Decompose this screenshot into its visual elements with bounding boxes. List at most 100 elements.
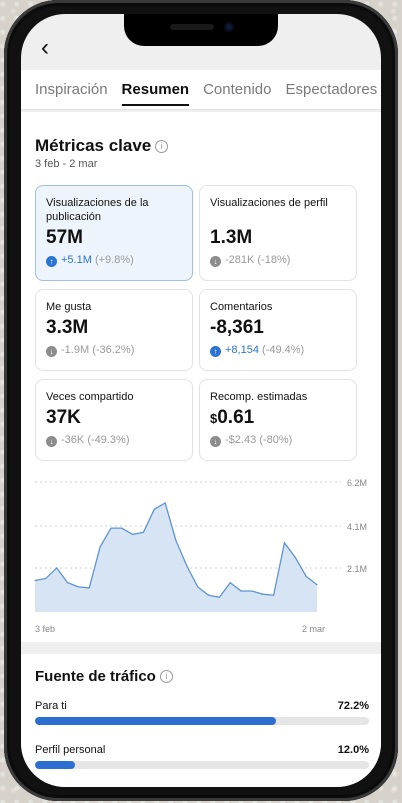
phone-frame: ‹ Inspiración Resumen Contenido Espectad… bbox=[4, 0, 398, 801]
arrow-down-icon: ↓ bbox=[46, 346, 57, 357]
metric-delta-percent: (+9.8%) bbox=[94, 254, 134, 266]
chart-x-end-label: 2 mar bbox=[302, 624, 325, 634]
tab-contenido[interactable]: Contenido bbox=[203, 70, 271, 110]
metric-delta: ↓ -1.9M (-36.2%) bbox=[46, 344, 182, 357]
metric-value: 57M bbox=[46, 227, 83, 248]
metric-label: Veces compartido bbox=[46, 391, 134, 403]
metric-card-profile-views[interactable]: Visualizaciones de perfil 1.3M ↓ -281K (-… bbox=[199, 185, 357, 281]
metric-value: $0.61 bbox=[210, 407, 346, 429]
traffic-row-label: Para ti bbox=[35, 700, 67, 712]
chart-data-point bbox=[142, 531, 145, 533]
metric-label: Comentarios bbox=[210, 301, 273, 313]
chart-data-point bbox=[34, 579, 36, 582]
arrow-down-icon: ↓ bbox=[210, 256, 221, 267]
chart-data-point bbox=[305, 575, 307, 577]
key-metrics-card: Métricas clave i 3 feb - 2 mar Visualizac… bbox=[21, 112, 381, 642]
chart-data-point bbox=[121, 527, 123, 529]
traffic-bar bbox=[35, 761, 369, 769]
front-camera bbox=[224, 22, 234, 32]
metric-value-number: 0.61 bbox=[217, 407, 255, 428]
metric-delta-value: -36K bbox=[61, 434, 85, 446]
chart-data-point bbox=[262, 593, 264, 595]
metric-delta-percent: (-49.4%) bbox=[262, 344, 305, 356]
metric-value: 1.3M bbox=[210, 227, 253, 248]
info-icon[interactable]: i bbox=[155, 140, 169, 153]
metric-card-comments[interactable]: Comentarios -8,361 ↑ +8,154 (-49.4%) bbox=[199, 289, 357, 371]
metric-value: -8,361 bbox=[210, 317, 264, 338]
chart-area-fill bbox=[35, 502, 317, 612]
metric-value: 37K bbox=[46, 407, 81, 428]
traffic-source-title-text: Fuente de tráfico bbox=[35, 668, 156, 685]
traffic-row-para-ti: Para ti 72.2% bbox=[35, 700, 369, 725]
metric-card-shares[interactable]: Veces compartido 37K ↓ -36K (-49.3%) bbox=[35, 379, 193, 461]
arrow-up-icon: ↑ bbox=[210, 346, 221, 357]
traffic-bar bbox=[35, 717, 369, 725]
metric-delta: ↓ -281K (-18%) bbox=[210, 254, 346, 267]
metric-delta-percent: (-18%) bbox=[257, 254, 291, 266]
chart-x-start-label: 3 feb bbox=[35, 624, 55, 634]
metric-card-likes[interactable]: Me gusta 3.3M ↓ -1.9M (-36.2%) bbox=[35, 289, 193, 371]
chart-data-point bbox=[153, 508, 155, 510]
chart-data-point bbox=[273, 594, 275, 596]
analytics-tabs: Inspiración Resumen Contenido Espectador… bbox=[21, 70, 381, 110]
chart-data-point bbox=[229, 582, 231, 584]
chart-data-point bbox=[164, 502, 166, 504]
chart-y-tick-label: 2.1M bbox=[347, 564, 367, 574]
chart-data-point bbox=[45, 577, 47, 580]
chart-data-point bbox=[240, 590, 242, 592]
metric-card-estimated-rewards[interactable]: Recomp. estimadas $0.61 ↓ -$2.43 (-80%) bbox=[199, 379, 357, 461]
metric-delta: ↑ +8,154 (-49.4%) bbox=[210, 344, 346, 357]
tab-inspiracion[interactable]: Inspiración bbox=[35, 70, 108, 110]
chart-data-point bbox=[132, 533, 134, 536]
metric-delta-value: +8,154 bbox=[225, 344, 259, 356]
speaker-grille bbox=[170, 24, 214, 30]
traffic-row-percent: 72.2% bbox=[337, 700, 369, 712]
tab-espectadores[interactable]: Espectadores bbox=[285, 70, 377, 110]
traffic-row-percent: 12.0% bbox=[337, 744, 369, 756]
chart-data-point bbox=[316, 584, 318, 586]
chart-data-point bbox=[251, 590, 253, 592]
traffic-bar-fill bbox=[35, 717, 277, 725]
chart-data-point bbox=[56, 567, 58, 569]
metric-label: Visualizaciones de la publicación bbox=[46, 197, 149, 223]
traffic-bar-fill bbox=[35, 761, 76, 769]
chart-data-point bbox=[88, 587, 90, 589]
arrow-down-icon: ↓ bbox=[210, 436, 221, 447]
chart-data-point bbox=[283, 542, 286, 544]
metric-card-post-views[interactable]: Visualizaciones de la publicación 57M ↑ +… bbox=[35, 185, 193, 281]
metric-delta-value: -281K bbox=[225, 254, 255, 266]
traffic-row-perfil-personal: Perfil personal 12.0% bbox=[35, 744, 369, 769]
phone-screen: ‹ Inspiración Resumen Contenido Espectad… bbox=[21, 14, 381, 787]
chart-data-point bbox=[207, 594, 210, 596]
chart-data-point bbox=[99, 546, 101, 548]
metric-delta: ↑ +5.1M (+9.8%) bbox=[46, 254, 182, 267]
chart-y-tick-label: 6.2M bbox=[347, 478, 367, 488]
chart-data-point bbox=[186, 565, 188, 567]
metric-label: Me gusta bbox=[46, 301, 92, 313]
chart-y-tick-label: 4.1M bbox=[347, 522, 367, 532]
chart-data-point bbox=[66, 582, 69, 584]
metric-delta-value: -$2.43 bbox=[225, 434, 257, 446]
key-metrics-title: Métricas clave i bbox=[35, 136, 169, 156]
post-views-chart[interactable]: 2.1M 4.1M 6.2M 3 feb 2 mar bbox=[21, 452, 381, 642]
tab-resumen[interactable]: Resumen bbox=[121, 70, 189, 110]
chart-data-point bbox=[294, 556, 296, 559]
info-icon[interactable]: i bbox=[159, 670, 173, 683]
metric-delta: ↓ -$2.43 (-80%) bbox=[210, 434, 346, 447]
arrow-down-icon: ↓ bbox=[46, 436, 57, 447]
metric-delta-percent: (-49.3%) bbox=[87, 434, 130, 446]
metric-delta-value: -1.9M bbox=[61, 344, 90, 356]
arrow-up-icon: ↑ bbox=[46, 256, 57, 267]
metric-label: Recomp. estimadas bbox=[210, 391, 308, 403]
chart-data-point bbox=[110, 527, 112, 529]
metric-value: 3.3M bbox=[46, 317, 89, 338]
traffic-row-label: Perfil personal bbox=[35, 744, 106, 756]
chart-data-point bbox=[197, 586, 199, 588]
phone-notch bbox=[124, 14, 278, 46]
chart-data-point bbox=[175, 540, 177, 542]
metric-delta-percent: (-80%) bbox=[259, 434, 293, 446]
chart-data-point bbox=[77, 586, 79, 588]
metric-delta: ↓ -36K (-49.3%) bbox=[46, 434, 182, 447]
metric-delta-value: +5.1M bbox=[61, 254, 92, 266]
back-icon[interactable]: ‹ bbox=[41, 36, 49, 60]
